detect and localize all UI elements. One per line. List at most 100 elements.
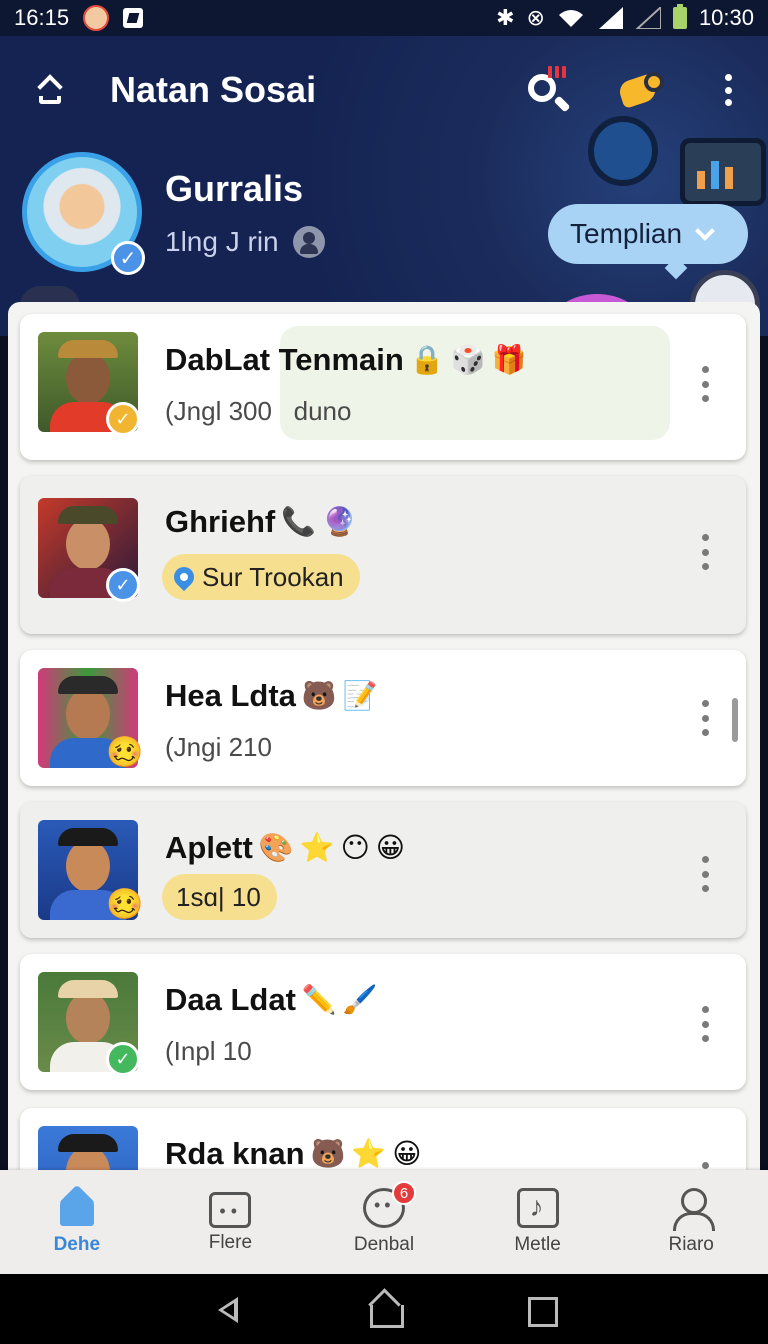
wifi-icon	[557, 7, 585, 29]
profile-subtitle: 1lng J rin	[165, 226, 325, 258]
contact-name-text: Ghriehf	[165, 504, 276, 539]
nav-item-face[interactable]: 6 Denbal	[307, 1170, 461, 1274]
nav-label: Flere	[208, 1232, 253, 1253]
location-pill[interactable]: Sur Trookan	[162, 554, 360, 600]
signal-icon	[597, 7, 623, 29]
avatar: 🥴	[38, 668, 144, 769]
more-options-button[interactable]	[716, 70, 740, 110]
item-menu-button[interactable]	[694, 364, 716, 404]
notification-bars-icon	[548, 66, 566, 78]
contact-name-text: Aplett	[165, 830, 253, 865]
face-icon: 6	[362, 1181, 416, 1228]
nav-item-home[interactable]: Dehe	[0, 1170, 154, 1274]
brush-emoji-icon: 🖌️	[342, 984, 378, 1015]
search-button[interactable]	[524, 66, 574, 114]
nav-label: Metle	[514, 1234, 561, 1255]
location-pill-text: Sur Trookan	[202, 561, 344, 592]
music-icon	[516, 1188, 559, 1228]
status-time-right: 10:30	[698, 5, 754, 30]
notification-count-badge: 6	[391, 1181, 416, 1205]
verified-badge-icon: ✓	[106, 402, 140, 436]
template-dropdown-label: Templian	[570, 218, 683, 249]
contact-name: Aplett 🎨 ⭐ 😶 😀	[165, 830, 405, 866]
nav-item-user[interactable]: Riaro	[614, 1170, 768, 1274]
contact-list: ✓ DabLat Tenmain 🔒 🎲 🎁 (Jngl 300 duno ✓ …	[8, 302, 760, 1202]
back-icon[interactable]	[208, 1289, 248, 1329]
nav-label: Denbal	[353, 1234, 415, 1255]
user-icon	[670, 1188, 716, 1231]
nav-label: Riaro	[668, 1234, 714, 1255]
gift-emoji-icon: 🎁	[491, 344, 527, 375]
nav-item-shop[interactable]: Flere	[154, 1170, 308, 1274]
contact-subtitle: (Jngl 300 duno	[165, 396, 351, 427]
home-icon	[56, 1188, 98, 1228]
avatar: ✓	[38, 972, 140, 1076]
app-bar: Natan Sosai	[0, 66, 768, 116]
list-item[interactable]: 🥴 Aplett 🎨 ⭐ 😶 😀 1sɑ| 10	[20, 802, 746, 938]
item-menu-button[interactable]	[694, 532, 716, 572]
star-emoji-icon: ⭐	[351, 1138, 387, 1169]
signal-empty-icon	[635, 7, 661, 29]
smile-emoji-icon: 😀	[375, 832, 405, 863]
bear-emoji-icon: 🐻	[310, 1138, 346, 1169]
home-button-icon[interactable]	[364, 1289, 404, 1329]
scrollbar-thumb[interactable]	[732, 698, 738, 742]
nfc-icon: ⊗	[526, 5, 545, 30]
lock-emoji-icon: 🔒	[409, 344, 445, 375]
status-time-left: 16:15	[14, 5, 70, 30]
search-icon-handle	[553, 95, 571, 113]
verified-badge-icon: ✓	[106, 1042, 140, 1076]
avatar: 🥴	[38, 820, 143, 921]
list-item[interactable]: ✓ Daa Ldat ✏️ 🖌️ (Inpl 10	[20, 954, 746, 1090]
emoji-badge-icon: 🥴	[106, 736, 144, 769]
contact-name-text: DabLat Tenmain	[165, 342, 404, 377]
notification-app-icon	[123, 8, 144, 28]
item-menu-button[interactable]	[694, 698, 716, 738]
contact-name: Ghriehf 📞 🔮	[165, 504, 357, 540]
shop-icon	[209, 1192, 252, 1228]
palette-emoji-icon: 🎨	[258, 832, 294, 863]
verified-badge-icon: ✓	[106, 568, 140, 602]
bluetooth-icon: ✱	[496, 5, 515, 30]
profile-subtitle-text: 1lng J rin	[165, 226, 279, 257]
contact-subtitle-extra: duno	[293, 396, 352, 426]
status-pill-text: 1sɑ| 10	[176, 881, 261, 912]
search-icon	[528, 74, 556, 102]
system-navigation-bar	[0, 1274, 768, 1344]
bear-emoji-icon: 🐻	[301, 680, 337, 711]
contact-name-text: Rda knan	[165, 1136, 305, 1171]
bottom-navigation: Dehe Flere 6 Denbal Metle Riaro	[0, 1170, 768, 1274]
dice-emoji-icon: 🎲	[450, 344, 486, 375]
background-illustration	[588, 116, 658, 186]
phone-emoji-icon: 📞	[281, 506, 317, 537]
contact-name: Hea Ldta 🐻 📝	[165, 678, 378, 714]
nav-label: Dehe	[53, 1234, 101, 1255]
contact-subtitle-text: (Jngl 300	[165, 396, 272, 426]
profile-avatar[interactable]: ✓	[22, 152, 145, 275]
recent-apps-icon[interactable]	[520, 1289, 560, 1329]
avatar: ✓	[38, 498, 140, 602]
page-title: Natan Sosai	[110, 69, 317, 110]
verified-badge-icon: ✓	[111, 241, 145, 275]
list-item[interactable]: ✓ DabLat Tenmain 🔒 🎲 🎁 (Jngl 300 duno	[20, 314, 746, 460]
collapse-button[interactable]	[30, 68, 70, 114]
pencil-emoji-icon: ✏️	[301, 984, 337, 1015]
list-item[interactable]: 🥴 Hea Ldta 🐻 📝 (Jngi 210	[20, 650, 746, 786]
list-item[interactable]: ✓ Ghriehf 📞 🔮 Sur Trookan	[20, 476, 746, 634]
background-illustration	[680, 138, 766, 206]
mascot-eye-icon	[644, 72, 664, 92]
item-menu-button[interactable]	[694, 854, 716, 894]
contact-name: Rda knan 🐻 ⭐ 😀	[165, 1136, 421, 1172]
contact-subtitle: (Jngi 210	[165, 732, 272, 762]
crystal-emoji-icon: 🔮	[322, 506, 357, 537]
item-menu-button[interactable]	[694, 1004, 716, 1044]
smile-emoji-icon: 😀	[392, 1138, 422, 1169]
contact-subtitle: (Inpl 10	[165, 1036, 252, 1066]
mascot-button[interactable]	[616, 66, 666, 114]
star-emoji-icon: ⭐	[299, 832, 335, 863]
avatar: ✓	[38, 332, 140, 436]
contact-name: DabLat Tenmain 🔒 🎲 🎁	[165, 342, 526, 378]
nav-item-music[interactable]: Metle	[461, 1170, 615, 1274]
person-icon[interactable]	[292, 226, 325, 258]
template-dropdown-button[interactable]: Templian	[548, 204, 748, 264]
